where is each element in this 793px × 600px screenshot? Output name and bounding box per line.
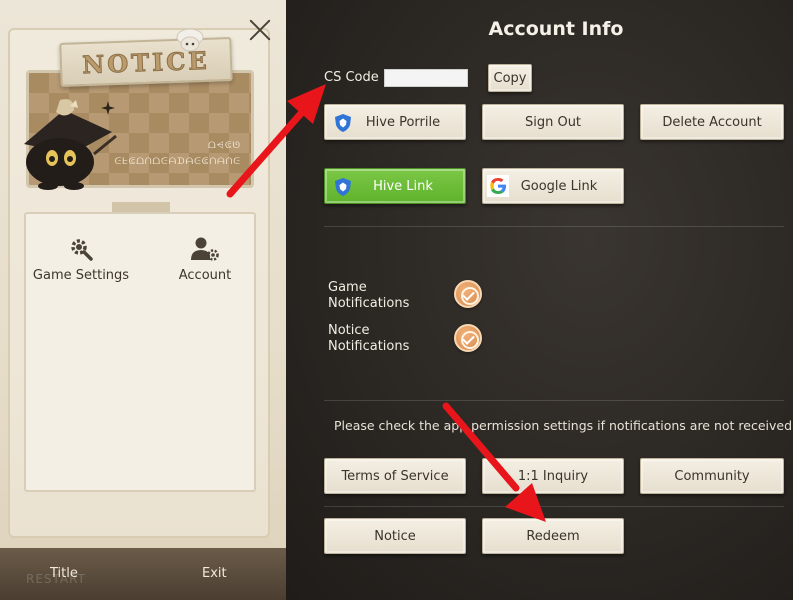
account-menu-item[interactable]: Account	[150, 236, 260, 296]
account-info-panel: Account Info CS Code : Copy Hive Porrile…	[286, 0, 793, 600]
notice-button[interactable]: Notice	[324, 518, 466, 554]
hive-link-label: Hive Link	[373, 178, 433, 194]
delete-account-button[interactable]: Delete Account	[640, 104, 784, 140]
permission-note: Please check the app permission settings…	[334, 418, 793, 433]
close-button[interactable]	[248, 18, 272, 42]
exit-button[interactable]: Exit	[202, 566, 227, 581]
divider	[324, 506, 784, 507]
notice-notifications-label: Notice Notifications	[328, 323, 409, 355]
google-link-button[interactable]: Google Link	[482, 168, 624, 204]
game-notifications-label-line: Game	[328, 280, 367, 295]
mascot-peek-icon	[176, 28, 204, 52]
panel-title: Account Info	[488, 18, 624, 40]
divider	[324, 226, 784, 227]
copy-label: Copy	[493, 70, 527, 86]
inquiry-label: 1:1 Inquiry	[517, 468, 589, 484]
notice-notifications-toggle[interactable]	[454, 324, 482, 352]
sign-out-button[interactable]: Sign Out	[482, 104, 624, 140]
user-gear-icon	[191, 237, 219, 261]
game-settings-label: Game Settings	[32, 268, 130, 283]
notice-label: Notice	[374, 528, 416, 544]
game-notifications-label-line: Notifications	[328, 296, 410, 311]
terms-of-service-button[interactable]: Terms of Service	[324, 458, 466, 494]
hive-shield-icon	[335, 178, 351, 196]
hive-porrile-button[interactable]: Hive Porrile	[324, 104, 466, 140]
gear-search-icon	[71, 239, 93, 261]
redeem-label: Redeem	[526, 528, 580, 544]
hive-link-button[interactable]: Hive Link	[324, 168, 466, 204]
cs-code-label: CS Code :	[324, 70, 388, 85]
terms-of-service-label: Terms of Service	[341, 468, 449, 484]
banner-glyph-text: ᗝ⩤ᕳᘎ	[208, 141, 241, 151]
hive-porrile-label: Hive Porrile	[365, 114, 441, 130]
hive-shield-icon	[335, 114, 351, 132]
account-label: Account	[178, 268, 232, 283]
redeem-button[interactable]: Redeem	[482, 518, 624, 554]
notice-notifications-label-line: Notifications	[328, 339, 410, 354]
community-label: Community	[674, 468, 750, 484]
banner-glyph-text: ᕮᖶᕳᗝᑎᗝᕮᗩᗪᗩᕮᕳᑎᗩᑎᕮ	[114, 157, 241, 167]
game-settings-menu-item[interactable]: Game Settings	[26, 236, 136, 296]
inquiry-button[interactable]: 1:1 Inquiry	[482, 458, 624, 494]
mascot-character-icon	[24, 99, 117, 190]
game-notifications-label: Game Notifications	[328, 280, 409, 312]
community-button[interactable]: Community	[640, 458, 784, 494]
delete-account-label: Delete Account	[662, 114, 762, 130]
left-footer-bar: RESTART Title Exit	[0, 548, 286, 600]
notice-notifications-label-line: Notice	[328, 323, 370, 338]
cs-code-field[interactable]	[384, 69, 468, 87]
sign-out-label: Sign Out	[524, 114, 582, 130]
google-g-icon	[487, 175, 509, 197]
google-link-label: Google Link	[520, 178, 598, 194]
title-button[interactable]: Title	[50, 566, 78, 581]
notice-side-panel: ᗝ⩤ᕳᘎ ᕮᖶᕳᗝᑎᗝᕮᗩᗪᗩᕮᕳᑎᗩᑎᕮ NOTICE Game Settin…	[0, 0, 286, 600]
divider	[324, 400, 784, 401]
settings-menu-box: Game Settings Account	[24, 212, 256, 492]
game-notifications-toggle[interactable]	[454, 280, 482, 308]
copy-button[interactable]: Copy	[488, 64, 532, 92]
